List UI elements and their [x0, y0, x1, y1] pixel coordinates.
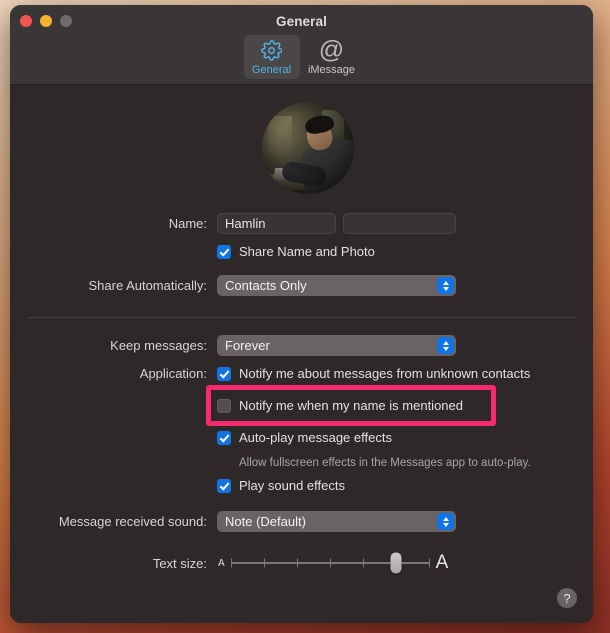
preferences-window: General General @ iMessage Name: Hamlin …	[10, 5, 593, 623]
play-sound-effects-label: Play sound effects	[239, 478, 345, 493]
checkbox-unchecked-icon	[217, 398, 231, 413]
slider-thumb[interactable]	[390, 552, 402, 574]
window-title: General	[276, 14, 327, 29]
chevron-updown-icon	[437, 277, 454, 294]
checkbox-checked-icon	[217, 366, 231, 381]
text-size-large-glyph: A	[435, 552, 449, 573]
notify-name-mentioned-checkbox[interactable]: Notify me when my name is mentioned	[217, 398, 463, 413]
notify-unknown-contacts-label: Notify me about messages from unknown co…	[239, 366, 531, 381]
text-size-row: Text size: A A	[10, 552, 593, 574]
notify-name-mentioned-row: Notify me when my name is mentioned	[10, 398, 593, 413]
auto-play-effects-description: Allow fullscreen effects in the Messages…	[239, 457, 531, 469]
help-button[interactable]: ?	[557, 588, 577, 608]
name-label: Name:	[168, 216, 207, 231]
checkbox-checked-icon	[217, 244, 231, 259]
keep-messages-row: Keep messages: Forever	[10, 335, 593, 356]
chevron-updown-icon	[437, 513, 454, 530]
name-row: Name: Hamlin	[10, 213, 593, 234]
keep-messages-select[interactable]: Forever	[217, 335, 456, 356]
slider-tick	[263, 558, 265, 568]
first-name-field[interactable]: Hamlin	[217, 213, 336, 234]
window-titlebar: General General @ iMessage	[10, 5, 593, 85]
notify-name-mentioned-label: Notify me when my name is mentioned	[239, 398, 463, 413]
auto-play-description-row: Allow fullscreen effects in the Messages…	[10, 453, 593, 471]
message-received-sound-label: Message received sound:	[58, 514, 207, 529]
last-name-field[interactable]	[343, 213, 456, 234]
at-icon: @	[318, 36, 345, 64]
slider-tick	[329, 558, 331, 568]
share-name-photo-row: Share Name and Photo	[10, 244, 593, 259]
play-sound-effects-row: Play sound effects	[10, 478, 593, 493]
checkbox-checked-icon	[217, 478, 231, 493]
tab-imessage[interactable]: @ iMessage	[304, 35, 360, 79]
share-automatically-value: Contacts Only	[225, 278, 307, 293]
chevron-updown-icon	[437, 337, 454, 354]
message-received-sound-value: Note (Default)	[225, 514, 306, 529]
slider-tick	[230, 558, 232, 568]
auto-play-effects-checkbox[interactable]: Auto-play message effects	[217, 430, 392, 445]
share-name-photo-checkbox[interactable]: Share Name and Photo	[217, 244, 375, 259]
checkbox-checked-icon	[217, 430, 231, 445]
message-received-sound-select[interactable]: Note (Default)	[217, 511, 456, 532]
share-automatically-select[interactable]: Contacts Only	[217, 275, 456, 296]
auto-play-row: Auto-play message effects	[10, 430, 593, 445]
share-automatically-row: Share Automatically: Contacts Only	[10, 275, 593, 296]
preferences-content: Name: Hamlin Share Name and Photo Share …	[10, 85, 593, 623]
keep-messages-value: Forever	[225, 338, 270, 353]
text-size-label: Text size:	[152, 555, 207, 571]
slider-tick	[428, 558, 430, 568]
share-name-photo-label: Share Name and Photo	[239, 244, 375, 259]
application-label: Application:	[139, 366, 207, 381]
message-received-sound-row: Message received sound: Note (Default)	[10, 511, 593, 532]
play-sound-effects-checkbox[interactable]: Play sound effects	[217, 478, 345, 493]
toolbar-tabs: General @ iMessage	[10, 35, 593, 79]
slider-tick	[296, 558, 298, 568]
notify-unknown-contacts-checkbox[interactable]: Notify me about messages from unknown co…	[217, 366, 530, 381]
share-automatically-label: Share Automatically:	[88, 278, 207, 293]
keep-messages-label: Keep messages:	[110, 338, 207, 353]
tab-general-label: General	[251, 64, 292, 76]
tab-imessage-label: iMessage	[307, 64, 356, 76]
application-row: Application: Notify me about messages fr…	[10, 366, 593, 381]
text-size-small-glyph: A	[218, 557, 225, 569]
slider-tick	[362, 558, 364, 568]
auto-play-effects-label: Auto-play message effects	[239, 430, 392, 445]
tab-general[interactable]: General	[243, 35, 300, 79]
gear-icon	[261, 39, 282, 62]
text-size-slider[interactable]	[230, 552, 430, 574]
avatar[interactable]	[262, 102, 354, 194]
section-divider	[28, 317, 576, 318]
